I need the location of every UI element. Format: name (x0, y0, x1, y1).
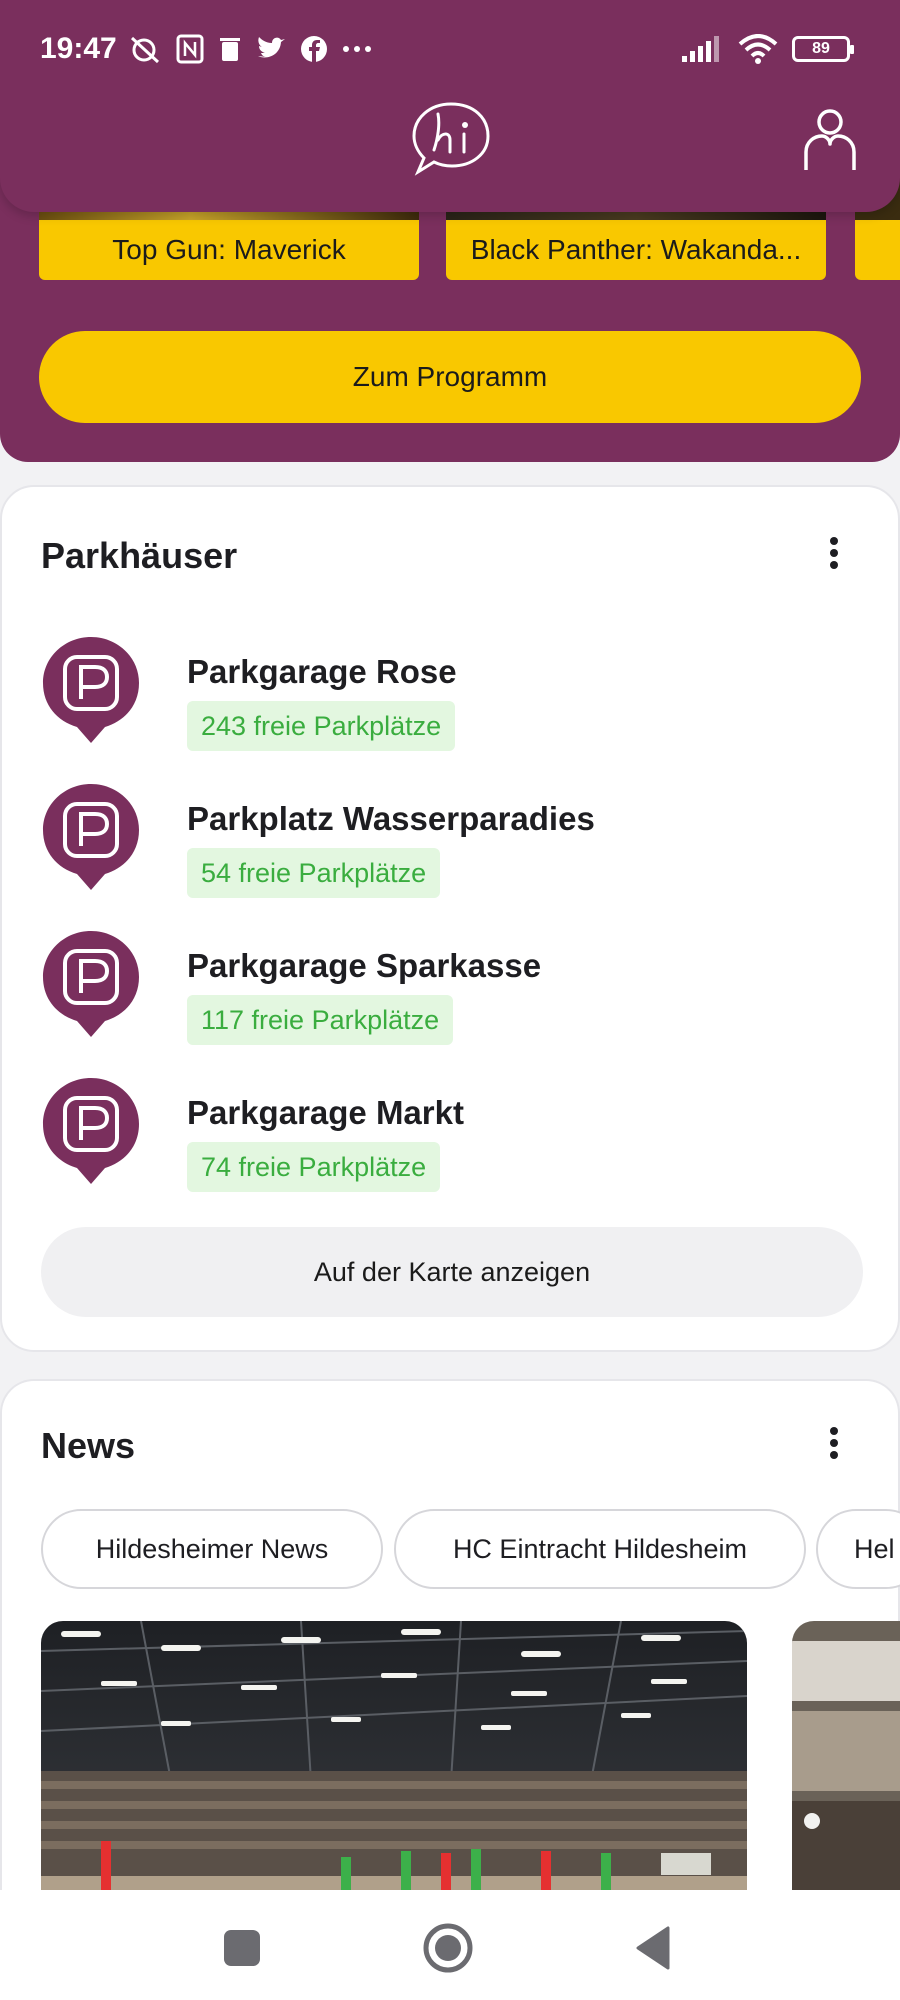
parking-list-item[interactable]: Parkgarage Markt 74 freie Parkplätze (41, 1076, 861, 1196)
parking-name: Parkplatz Wasserparadies (187, 800, 595, 837)
parking-name: Parkgarage Sparkasse (187, 947, 542, 984)
show-on-map-button[interactable]: Auf der Karte anzeigen (41, 1227, 863, 1317)
movie-title: Top Gun: Maverick (39, 220, 419, 280)
home-icon[interactable] (420, 1920, 476, 1976)
more-options-icon[interactable] (822, 1421, 846, 1465)
news-image[interactable] (792, 1621, 900, 1921)
free-spaces-badge: 74 freie Parkplätze (187, 1142, 441, 1192)
news-filter-chip[interactable]: Hel (816, 1509, 900, 1589)
parking-pin-icon (43, 637, 139, 743)
system-navigation-bar (0, 1890, 900, 2000)
wifi-icon (738, 34, 778, 64)
battery-icon: 89 (792, 36, 854, 62)
app-bar: 19:47 89 (0, 0, 900, 212)
parking-title: Parkhäuser (41, 535, 238, 576)
parking-pin-icon (43, 931, 139, 1037)
status-time: 19:47 (40, 32, 117, 65)
handball-arena-image (41, 1621, 747, 1921)
profile-icon[interactable] (800, 108, 860, 172)
news-thumbnail-image (792, 1621, 900, 1921)
parking-name: Parkgarage Rose (187, 653, 457, 690)
parking-list-item[interactable]: Parkgarage Rose 243 freie Parkplätze (41, 635, 861, 755)
signal-icon (682, 36, 719, 62)
trash-icon (220, 38, 240, 61)
parking-pin-icon (43, 1078, 139, 1184)
parking-pin-icon (43, 784, 139, 890)
movie-title: Black Panther: Wakanda... (446, 220, 826, 280)
parking-card: Parkhäuser Parkgarage Rose 243 freie Par… (0, 485, 900, 1352)
free-spaces-badge: 54 freie Parkplätze (187, 848, 441, 898)
more-options-icon[interactable] (822, 531, 846, 575)
news-card: News Hildesheimer News HC Eintracht Hild… (0, 1379, 900, 1939)
more-notifications-icon (343, 46, 371, 52)
news-filter-chip[interactable]: Hildesheimer News (41, 1509, 383, 1589)
facebook-icon (301, 36, 327, 62)
movie-title (855, 220, 900, 280)
hi-logo-icon[interactable] (408, 98, 494, 180)
program-button[interactable]: Zum Programm (39, 331, 861, 423)
news-image[interactable] (41, 1621, 747, 1921)
status-bar: 19:47 89 (0, 0, 900, 100)
back-icon[interactable] (626, 1920, 682, 1976)
parking-list-item[interactable]: Parkgarage Sparkasse 117 freie Parkplätz… (41, 929, 861, 1049)
free-spaces-badge: 117 freie Parkplätze (187, 995, 454, 1045)
recent-apps-icon[interactable] (214, 1920, 270, 1976)
news-filter-chip[interactable]: HC Eintracht Hildesheim (394, 1509, 806, 1589)
nfc-icon (176, 34, 204, 64)
twitter-icon (258, 37, 285, 58)
free-spaces-badge: 243 freie Parkplätze (187, 701, 456, 751)
news-title: News (41, 1425, 136, 1466)
parking-list-item[interactable]: Parkplatz Wasserparadies 54 freie Parkpl… (41, 782, 861, 902)
alarm-off-icon (130, 36, 160, 64)
parking-name: Parkgarage Markt (187, 1094, 464, 1131)
system-icons: 89 (682, 34, 854, 64)
notification-icons (128, 34, 372, 64)
